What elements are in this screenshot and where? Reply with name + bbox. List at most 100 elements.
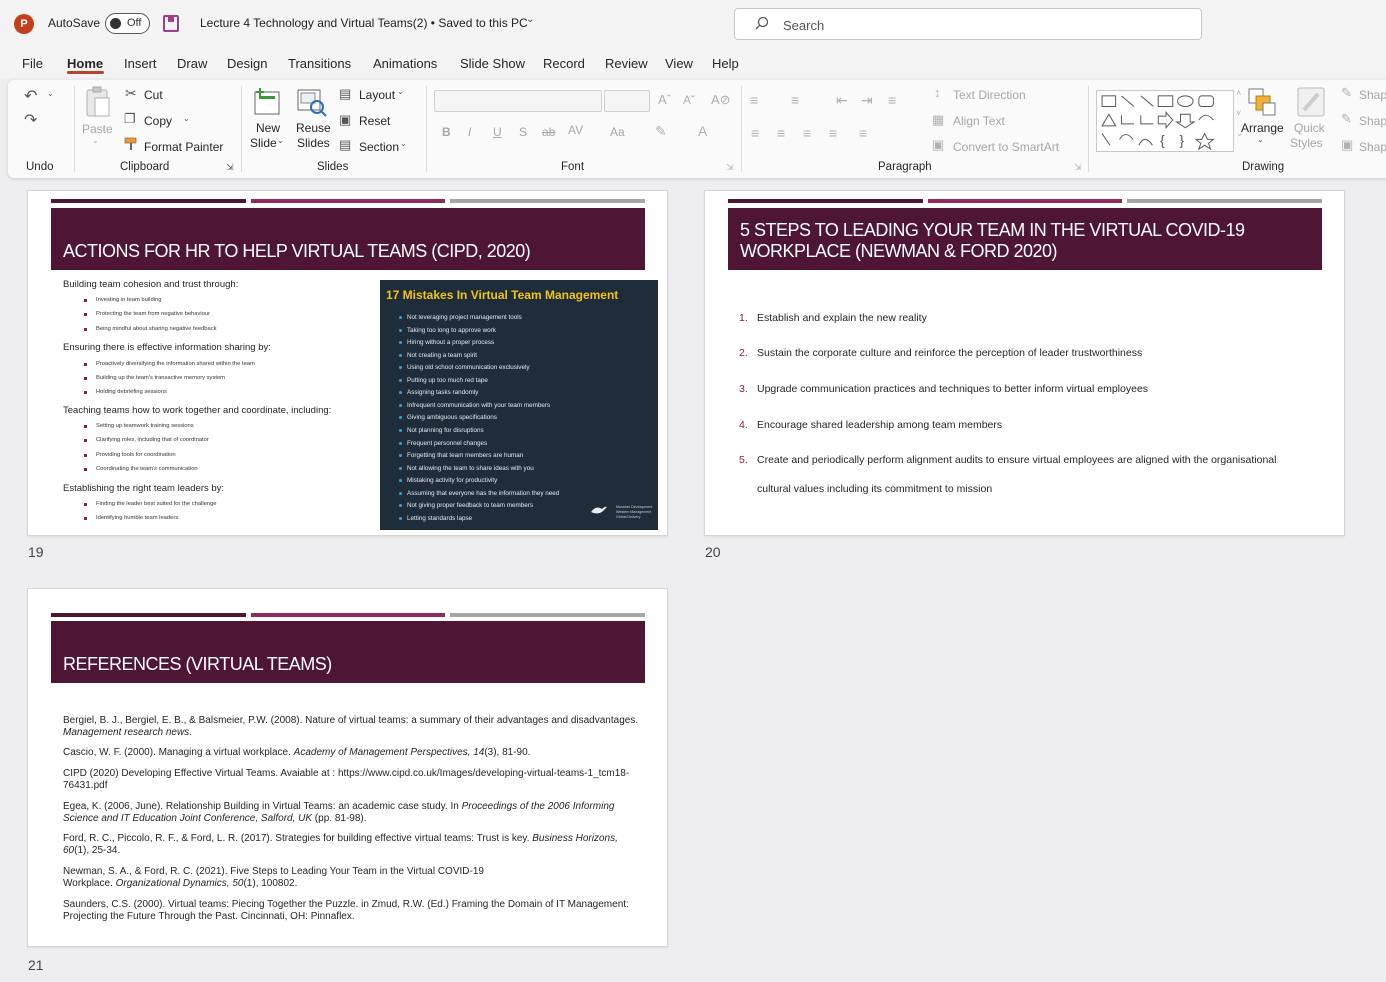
- infographic-item: Mistaking activity for productivity: [398, 477, 498, 484]
- quick-styles-label-1[interactable]: Quick: [1294, 121, 1325, 135]
- text-direction-icon[interactable]: ↕: [934, 85, 941, 100]
- chevron-down-icon[interactable]: ⌄: [92, 136, 99, 145]
- decrease-indent-icon[interactable]: ⇤: [836, 92, 848, 109]
- bold-button[interactable]: B: [442, 125, 451, 139]
- tab-transitions[interactable]: Transitions: [288, 56, 351, 71]
- font-size-select[interactable]: [604, 90, 650, 112]
- convert-to-smartart-button[interactable]: Convert to SmartArt: [953, 140, 1059, 154]
- section-icon[interactable]: ▤: [339, 137, 351, 153]
- format-painter-button[interactable]: Format Painter: [144, 140, 223, 154]
- layout-icon[interactable]: ▤: [339, 86, 351, 102]
- step-text: cultural values including its commitment…: [757, 483, 993, 495]
- italic-button[interactable]: I: [468, 125, 471, 139]
- shape-effects-icon[interactable]: ▣: [1341, 137, 1353, 153]
- save-icon[interactable]: [163, 15, 179, 32]
- slide-21-thumbnail[interactable]: REFERENCES (VIRTUAL TEAMS) Bergiel, B. J…: [27, 588, 668, 947]
- arrange-icon[interactable]: [1246, 86, 1278, 118]
- shape-fill-icon[interactable]: ✎: [1341, 85, 1352, 101]
- chevron-down-icon[interactable]: ˅: [1236, 108, 1241, 118]
- tab-insert[interactable]: Insert: [124, 56, 157, 71]
- underline-button[interactable]: U: [493, 125, 502, 139]
- tab-file[interactable]: File: [22, 56, 43, 71]
- tab-record[interactable]: Record: [543, 56, 585, 71]
- slide-20-thumbnail[interactable]: 5 STEPS TO LEADING YOUR TEAM IN THE VIRT…: [704, 190, 1345, 536]
- slide-19-thumbnail[interactable]: ACTIONS FOR HR TO HELP VIRTUAL TEAMS (CI…: [27, 190, 668, 536]
- chevron-down-icon[interactable]: ⌄: [397, 87, 404, 96]
- shape-effects-button[interactable]: Shap: [1359, 140, 1386, 154]
- columns-icon[interactable]: ≡: [859, 125, 867, 141]
- reuse-slides-label-2[interactable]: Slides: [297, 136, 330, 150]
- tab-help[interactable]: Help: [712, 56, 739, 71]
- redo-icon[interactable]: ↷: [24, 110, 37, 130]
- reuse-slides-label-1[interactable]: Reuse: [296, 121, 331, 135]
- increase-indent-icon[interactable]: ⇥: [861, 92, 873, 109]
- step-text: Upgrade communication practices and tech…: [757, 383, 1149, 395]
- tab-view[interactable]: View: [665, 56, 693, 71]
- undo-icon[interactable]: ↶: [24, 86, 37, 106]
- document-title[interactable]: Lecture 4 Technology and Virtual Teams(2…: [200, 16, 528, 30]
- bullets-icon[interactable]: ≡: [750, 92, 758, 108]
- paste-button[interactable]: Paste: [82, 122, 113, 136]
- new-slide-label-2[interactable]: Slide: [250, 136, 277, 150]
- numbering-icon[interactable]: ≡: [791, 92, 799, 108]
- new-slide-label-1[interactable]: New: [256, 121, 280, 135]
- align-left-icon[interactable]: ≡: [751, 125, 759, 141]
- autosave-toggle[interactable]: Off: [105, 13, 150, 34]
- shape-outline-button[interactable]: Shap: [1359, 114, 1386, 128]
- chevron-down-icon[interactable]: ⌄: [47, 89, 54, 98]
- clear-formatting-icon[interactable]: A⊘: [711, 92, 731, 108]
- cut-icon[interactable]: ✂: [125, 85, 137, 102]
- arrange-button[interactable]: Arrange: [1241, 121, 1284, 135]
- align-text-button[interactable]: Align Text: [953, 114, 1005, 128]
- quick-styles-icon[interactable]: [1296, 86, 1326, 118]
- copy-icon[interactable]: ❐: [124, 111, 136, 127]
- copy-button[interactable]: Copy: [144, 114, 172, 128]
- align-text-icon[interactable]: ▦: [932, 112, 944, 128]
- chevron-down-icon[interactable]: ⌄: [400, 139, 407, 148]
- tab-draw[interactable]: Draw: [177, 56, 207, 71]
- increase-font-size-icon[interactable]: Aˆ: [658, 92, 671, 107]
- section-button[interactable]: Section: [359, 140, 399, 154]
- format-painter-icon[interactable]: [124, 137, 140, 151]
- dialog-launcher-icon[interactable]: ⇲: [1074, 162, 1082, 173]
- tab-home[interactable]: Home: [67, 56, 103, 71]
- chevron-down-icon[interactable]: ⌄: [1257, 135, 1264, 144]
- layout-button[interactable]: Layout: [359, 88, 395, 102]
- cut-button[interactable]: Cut: [144, 88, 163, 102]
- character-spacing-button[interactable]: AV: [568, 123, 583, 137]
- text-direction-button[interactable]: Text Direction: [953, 88, 1026, 102]
- dialog-launcher-icon[interactable]: ⇲: [226, 162, 234, 173]
- justify-icon[interactable]: ≡: [829, 125, 837, 141]
- tab-animations[interactable]: Animations: [373, 56, 437, 71]
- shape-fill-button[interactable]: Shap: [1359, 88, 1386, 102]
- search-input[interactable]: Search: [734, 8, 1202, 40]
- shadow-button[interactable]: S: [519, 125, 527, 139]
- tab-design[interactable]: Design: [227, 56, 267, 71]
- align-center-icon[interactable]: ≡: [777, 125, 785, 141]
- new-slide-icon[interactable]: [252, 86, 284, 118]
- chevron-down-icon[interactable]: ⌄: [183, 114, 190, 123]
- font-family-select[interactable]: [434, 90, 602, 112]
- tab-review[interactable]: Review: [605, 56, 648, 71]
- chevron-up-icon[interactable]: ˄: [1236, 88, 1241, 98]
- highlight-color-icon[interactable]: ✎: [655, 123, 667, 140]
- dialog-launcher-icon[interactable]: ⇲: [726, 162, 734, 173]
- change-case-button[interactable]: Aa: [610, 125, 625, 139]
- quick-styles-label-2[interactable]: Styles: [1290, 136, 1323, 150]
- chevron-down-icon[interactable]: ⌄: [277, 136, 284, 145]
- align-right-icon[interactable]: ≡: [803, 125, 811, 141]
- shapes-gallery[interactable]: {}: [1096, 90, 1234, 152]
- decrease-font-size-icon[interactable]: Aˇ: [683, 93, 695, 107]
- shape-outline-icon[interactable]: ✎: [1341, 111, 1352, 127]
- strikethrough-button[interactable]: ab: [542, 125, 555, 139]
- paste-icon[interactable]: [84, 86, 112, 120]
- tab-slide-show[interactable]: Slide Show: [460, 56, 525, 71]
- reset-button[interactable]: Reset: [359, 114, 390, 128]
- step-number: 2.: [739, 347, 748, 359]
- reuse-slides-icon[interactable]: [296, 88, 328, 118]
- line-spacing-icon[interactable]: ≡: [888, 92, 896, 108]
- chevron-down-icon[interactable]: ⌄: [526, 14, 534, 25]
- reset-icon[interactable]: ▣: [339, 112, 351, 128]
- font-color-icon[interactable]: A: [698, 123, 707, 139]
- smartart-icon[interactable]: ▣: [932, 137, 944, 153]
